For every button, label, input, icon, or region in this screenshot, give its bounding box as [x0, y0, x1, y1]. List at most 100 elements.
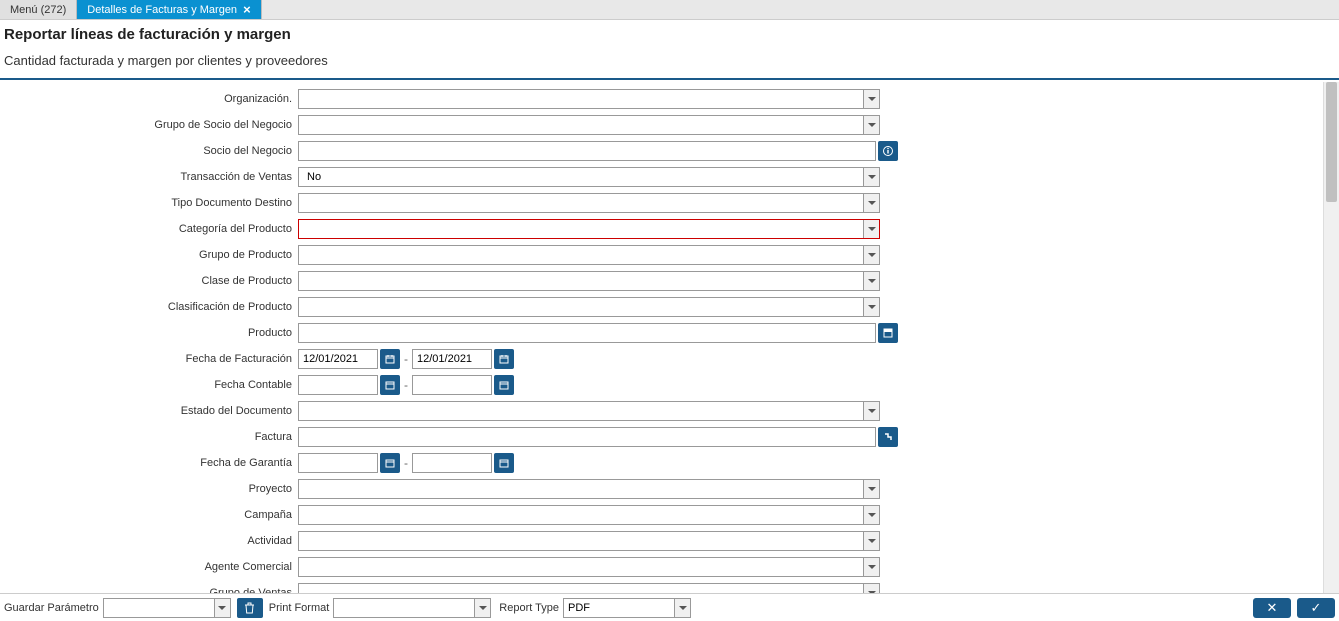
- chevron-down-icon[interactable]: [863, 402, 879, 420]
- cancel-button[interactable]: ✕: [1253, 598, 1291, 618]
- calendar-icon[interactable]: [380, 453, 400, 473]
- producto-input[interactable]: [298, 323, 876, 343]
- trans-ventas-input[interactable]: [303, 168, 863, 186]
- chevron-down-icon[interactable]: [863, 246, 879, 264]
- organizacion-input[interactable]: [303, 90, 863, 108]
- proyecto-input[interactable]: [303, 480, 863, 498]
- label-agente: Agente Comercial: [0, 561, 298, 573]
- grupo-ventas-input[interactable]: [303, 584, 863, 593]
- lookup-icon[interactable]: [878, 427, 898, 447]
- report-type-input[interactable]: [564, 599, 674, 617]
- chevron-down-icon[interactable]: [863, 532, 879, 550]
- tipo-doc-select[interactable]: [298, 193, 880, 213]
- guardar-param-select[interactable]: [103, 598, 231, 618]
- tab-bar: Menú (272) Detalles de Facturas y Margen…: [0, 0, 1339, 20]
- label-factura: Factura: [0, 431, 298, 443]
- close-icon[interactable]: ×: [243, 3, 251, 16]
- calendar-icon[interactable]: [380, 349, 400, 369]
- report-type-select[interactable]: [563, 598, 691, 618]
- label-fecha-garantia: Fecha de Garantía: [0, 457, 298, 469]
- campana-input[interactable]: [303, 506, 863, 524]
- tab-detalles-label: Detalles de Facturas y Margen: [87, 4, 237, 16]
- estado-doc-input[interactable]: [303, 402, 863, 420]
- form-area: Organización. Grupo de Socio del Negocio…: [0, 82, 1339, 593]
- chevron-down-icon[interactable]: [863, 584, 879, 593]
- calendar-icon[interactable]: [494, 349, 514, 369]
- fecha-contable-to[interactable]: [412, 375, 492, 395]
- check-icon: ✓: [1311, 600, 1322, 616]
- tab-menu[interactable]: Menú (272): [0, 0, 77, 19]
- label-organizacion: Organización.: [0, 93, 298, 105]
- calendar-icon[interactable]: [380, 375, 400, 395]
- fecha-fact-to[interactable]: [412, 349, 492, 369]
- delete-button[interactable]: [237, 598, 263, 618]
- fecha-contable-from[interactable]: [298, 375, 378, 395]
- clasif-producto-input[interactable]: [303, 298, 863, 316]
- chevron-down-icon[interactable]: [863, 298, 879, 316]
- fecha-garantia-to[interactable]: [412, 453, 492, 473]
- label-clasif-producto: Clasificación de Producto: [0, 301, 298, 313]
- grupo-socio-select[interactable]: [298, 115, 880, 135]
- product-lookup-icon[interactable]: [878, 323, 898, 343]
- info-icon[interactable]: [878, 141, 898, 161]
- chevron-down-icon[interactable]: [863, 168, 879, 186]
- label-report-type: Report Type: [499, 602, 559, 614]
- grupo-producto-input[interactable]: [303, 246, 863, 264]
- chevron-down-icon[interactable]: [674, 599, 690, 617]
- organizacion-select[interactable]: [298, 89, 880, 109]
- label-cat-producto: Categoría del Producto: [0, 223, 298, 235]
- label-fecha-contable: Fecha Contable: [0, 379, 298, 391]
- fecha-fact-from[interactable]: [298, 349, 378, 369]
- chevron-down-icon[interactable]: [863, 558, 879, 576]
- cat-producto-input[interactable]: [303, 220, 863, 238]
- label-trans-ventas: Transacción de Ventas: [0, 171, 298, 183]
- fecha-garantia-from[interactable]: [298, 453, 378, 473]
- chevron-down-icon[interactable]: [474, 599, 490, 617]
- socio-input[interactable]: [298, 141, 876, 161]
- chevron-down-icon[interactable]: [863, 272, 879, 290]
- print-format-select[interactable]: [333, 598, 491, 618]
- label-campana: Campaña: [0, 509, 298, 521]
- tab-detalles[interactable]: Detalles de Facturas y Margen ×: [77, 0, 261, 19]
- page-title: Reportar líneas de facturación y margen: [4, 26, 1335, 43]
- tab-menu-label: Menú (272): [10, 4, 66, 16]
- clasif-producto-select[interactable]: [298, 297, 880, 317]
- chevron-down-icon[interactable]: [863, 194, 879, 212]
- estado-doc-select[interactable]: [298, 401, 880, 421]
- agente-select[interactable]: [298, 557, 880, 577]
- agente-input[interactable]: [303, 558, 863, 576]
- label-fecha-fact: Fecha de Facturación: [0, 353, 298, 365]
- label-socio: Socio del Negocio: [0, 145, 298, 157]
- trash-icon: [244, 602, 255, 614]
- clase-producto-select[interactable]: [298, 271, 880, 291]
- footer-bar: Guardar Parámetro Print Format Report Ty…: [0, 593, 1339, 621]
- chevron-down-icon[interactable]: [863, 480, 879, 498]
- trans-ventas-select[interactable]: [298, 167, 880, 187]
- chevron-down-icon[interactable]: [863, 220, 879, 238]
- tipo-doc-input[interactable]: [303, 194, 863, 212]
- grupo-ventas-select[interactable]: [298, 583, 880, 593]
- print-format-input[interactable]: [334, 599, 474, 617]
- label-grupo-producto: Grupo de Producto: [0, 249, 298, 261]
- actividad-select[interactable]: [298, 531, 880, 551]
- calendar-icon[interactable]: [494, 375, 514, 395]
- close-icon: ✕: [1267, 600, 1278, 616]
- grupo-socio-input[interactable]: [303, 116, 863, 134]
- factura-input[interactable]: [298, 427, 876, 447]
- cat-producto-select[interactable]: [298, 219, 880, 239]
- label-clase-producto: Clase de Producto: [0, 275, 298, 287]
- chevron-down-icon[interactable]: [863, 90, 879, 108]
- chevron-down-icon[interactable]: [214, 599, 230, 617]
- calendar-icon[interactable]: [494, 453, 514, 473]
- chevron-down-icon[interactable]: [863, 116, 879, 134]
- clase-producto-input[interactable]: [303, 272, 863, 290]
- campana-select[interactable]: [298, 505, 880, 525]
- chevron-down-icon[interactable]: [863, 506, 879, 524]
- label-print-format: Print Format: [269, 602, 330, 614]
- guardar-param-input[interactable]: [104, 599, 214, 617]
- range-sep: -: [404, 378, 408, 392]
- grupo-producto-select[interactable]: [298, 245, 880, 265]
- actividad-input[interactable]: [303, 532, 863, 550]
- proyecto-select[interactable]: [298, 479, 880, 499]
- ok-button[interactable]: ✓: [1297, 598, 1335, 618]
